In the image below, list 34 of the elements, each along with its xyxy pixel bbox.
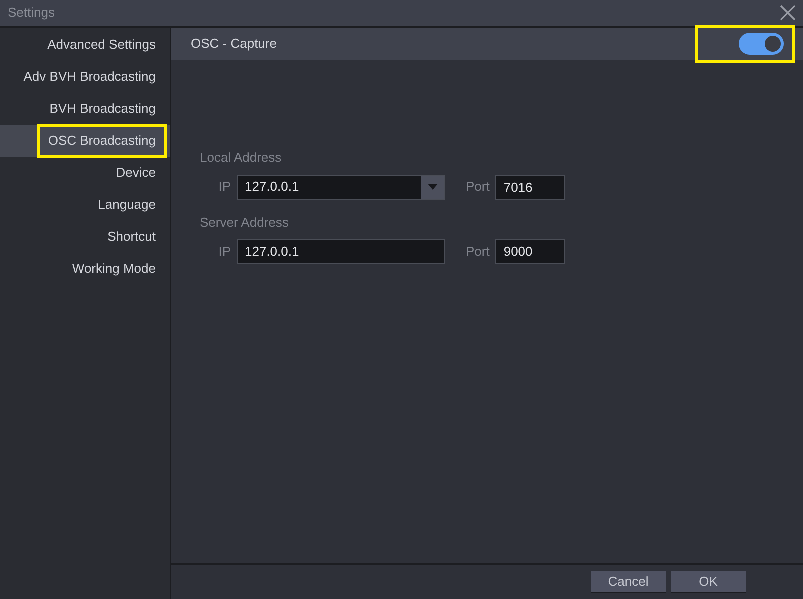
sidebar-item[interactable]: Language	[0, 189, 170, 221]
close-icon[interactable]	[779, 4, 797, 22]
ip-value: 127.0.0.1	[244, 178, 300, 196]
port-field[interactable]: 7016	[494, 174, 565, 200]
sidebar-item-label: Language	[97, 196, 157, 214]
port-field[interactable]: 9000	[494, 239, 565, 264]
sidebar-item-label: Advanced Settings	[46, 36, 157, 54]
ip-label: IP	[218, 178, 232, 196]
sidebar-item-label: Adv BVH Broadcasting	[22, 68, 157, 86]
panel-title: OSC - Capture	[191, 35, 277, 54]
group-title: Server Address	[200, 214, 290, 232]
sidebar-item-label: Working Mode	[71, 260, 157, 278]
sidebar-item-label: BVH Broadcasting	[48, 100, 157, 118]
dialog-button[interactable]: Cancel	[591, 571, 666, 593]
sidebar-item[interactable]: Advanced Settings	[0, 29, 170, 61]
sidebar-item-label: OSC Broadcasting	[37, 124, 167, 158]
port-label: Port	[466, 178, 490, 196]
sidebar-item[interactable]: BVH Broadcasting	[0, 93, 170, 125]
toggle-switch[interactable]	[739, 33, 784, 55]
group-title: Local Address	[200, 149, 283, 167]
window-title: Settings	[8, 4, 55, 22]
sidebar-item[interactable]: Adv BVH Broadcasting	[0, 61, 170, 93]
ip-dropdown[interactable]: 127.0.0.1	[237, 174, 445, 200]
sidebar-item-label: Shortcut	[106, 228, 157, 246]
sidebar-item-label: Device	[115, 164, 157, 182]
ip-label: IP	[218, 242, 232, 261]
sidebar-item[interactable]: OSC Broadcasting	[0, 125, 170, 157]
caret-icon	[421, 176, 444, 198]
sidebar-item[interactable]: Shortcut	[0, 221, 170, 253]
sidebar-item[interactable]: Device	[0, 157, 170, 189]
dialog-button[interactable]: OK	[671, 571, 746, 593]
sidebar-item[interactable]: Working Mode	[0, 253, 170, 285]
ip-field[interactable]: 127.0.0.1	[237, 239, 445, 264]
port-label: Port	[466, 242, 490, 261]
